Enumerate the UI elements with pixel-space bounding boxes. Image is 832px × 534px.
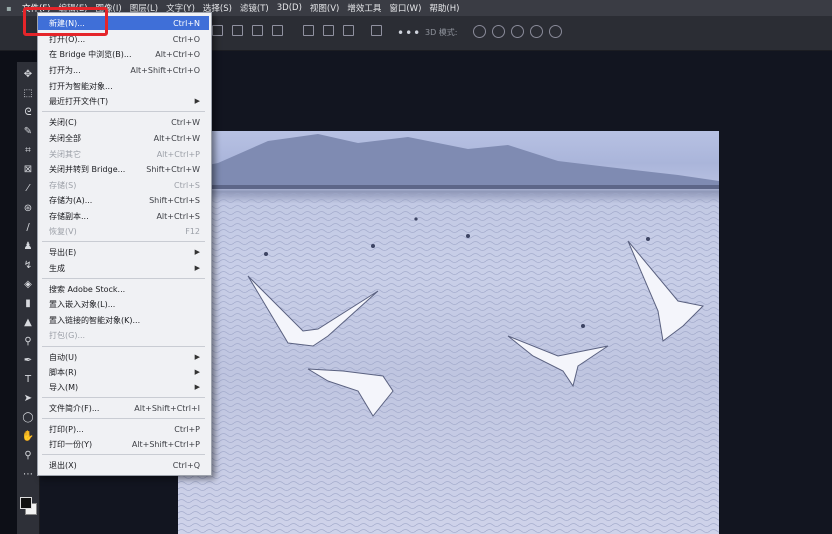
lasso-tool-icon[interactable]: ᘓ	[22, 106, 34, 118]
eraser-tool-icon[interactable]: ◈	[22, 278, 34, 290]
eyedropper-tool-icon[interactable]: ⁄	[22, 182, 34, 194]
healing-brush-tool-icon[interactable]: ⊛	[22, 202, 34, 214]
distribute-middle-icon[interactable]	[323, 25, 334, 36]
menu-plugins[interactable]: 增效工具	[343, 2, 385, 14]
distribute-buttons	[303, 25, 382, 39]
clone-stamp-tool-icon[interactable]: ♟	[22, 240, 34, 252]
pen-tool-icon[interactable]: ✒	[22, 354, 34, 366]
menu-item-revert[interactable]: 恢复(V) F12	[38, 224, 209, 238]
document-image	[178, 131, 719, 534]
quick-select-tool-icon[interactable]: ✎	[22, 125, 34, 137]
crop-tool-icon[interactable]: ⌗	[22, 144, 34, 156]
brush-tool-icon[interactable]: /	[22, 221, 34, 233]
slide-3d-icon[interactable]	[530, 25, 543, 38]
menu-item-close-all[interactable]: 关闭全部 Alt+Ctrl+W	[38, 131, 209, 145]
menu-item-place-embedded[interactable]: 置入嵌入对象(L)...	[38, 297, 209, 311]
menu-item-save-copy[interactable]: 存储副本... Alt+Ctrl+S	[38, 209, 209, 223]
menu-separator	[42, 454, 205, 455]
submenu-arrow-icon: ▶	[194, 368, 200, 376]
align-left-icon[interactable]	[212, 25, 223, 36]
orbit-3d-icon[interactable]	[473, 25, 486, 38]
menu-item-package[interactable]: 打包(G)...	[38, 328, 209, 342]
menu-item-automate[interactable]: 自动(U) ▶	[38, 350, 209, 364]
menu-item-print-one-copy[interactable]: 打印一份(Y) Alt+Shift+Ctrl+P	[38, 437, 209, 451]
submenu-arrow-icon: ▶	[194, 264, 200, 272]
menu-separator	[42, 346, 205, 347]
dodge-tool-icon[interactable]: ⚲	[22, 335, 34, 347]
menu-item-open-smart-object[interactable]: 打开为智能对象...	[38, 79, 209, 93]
menu-item-save-as[interactable]: 存储为(A)... Shift+Ctrl+S	[38, 193, 209, 207]
blur-tool-icon[interactable]: ▲	[22, 316, 34, 328]
menu-item-place-linked[interactable]: 置入链接的智能对象(K)...	[38, 313, 209, 327]
menu-item-generate[interactable]: 生成 ▶	[38, 261, 209, 275]
menu-separator	[42, 397, 205, 398]
edit-toolbar-icon[interactable]: ⋯	[22, 468, 34, 480]
type-tool-icon[interactable]: T	[22, 373, 34, 385]
distribute-bottom-icon[interactable]	[343, 25, 354, 36]
menu-window[interactable]: 窗口(W)	[385, 2, 425, 14]
menu-item-export[interactable]: 导出(E) ▶	[38, 245, 209, 259]
align-top-icon[interactable]	[272, 25, 283, 36]
menu-item-open-as[interactable]: 打开为... Alt+Shift+Ctrl+O	[38, 63, 209, 77]
shape-tool-icon[interactable]: ◯	[22, 411, 34, 423]
submenu-arrow-icon: ▶	[194, 97, 200, 105]
distribute-top-icon[interactable]	[303, 25, 314, 36]
gradient-tool-icon[interactable]: ▮	[22, 297, 34, 309]
menu-separator	[42, 278, 205, 279]
menu-item-print[interactable]: 打印(P)... Ctrl+P	[38, 422, 209, 436]
zoom-tool-icon[interactable]: ⚲	[22, 449, 34, 461]
menu-3d[interactable]: 3D(D)	[273, 3, 306, 13]
menu-item-import[interactable]: 导入(M) ▶	[38, 380, 209, 394]
submenu-arrow-icon: ▶	[194, 353, 200, 361]
menu-item-close-others[interactable]: 关闭其它 Alt+Ctrl+P	[38, 147, 209, 161]
menu-item-exit[interactable]: 退出(X) Ctrl+Q	[38, 458, 209, 472]
app-logo-icon: ▪	[6, 3, 12, 13]
history-brush-tool-icon[interactable]: ↯	[22, 259, 34, 271]
menu-item-recent-files[interactable]: 最近打开文件(T) ▶	[38, 94, 209, 108]
path-select-tool-icon[interactable]: ➤	[22, 392, 34, 404]
roll-3d-icon[interactable]	[492, 25, 505, 38]
menu-item-close[interactable]: 关闭(C) Ctrl+W	[38, 115, 209, 129]
menu-item-save[interactable]: 存储(S) Ctrl+S	[38, 178, 209, 192]
menu-separator	[42, 418, 205, 419]
3d-mode-buttons	[473, 25, 562, 38]
drag-3d-icon[interactable]	[511, 25, 524, 38]
distribute-horizontal-icon[interactable]	[371, 25, 382, 36]
menu-item-close-go-bridge[interactable]: 关闭并转到 Bridge... Shift+Ctrl+W	[38, 162, 209, 176]
foreground-color-swatch[interactable]	[20, 497, 32, 509]
seagull-photo	[178, 134, 719, 534]
menu-view[interactable]: 视图(V)	[306, 2, 343, 14]
menu-item-file-info[interactable]: 文件简介(F)... Alt+Shift+Ctrl+I	[38, 401, 209, 415]
menu-separator	[42, 241, 205, 242]
camera-3d-icon[interactable]	[549, 25, 562, 38]
menu-item-search-adobe-stock[interactable]: 搜索 Adobe Stock...	[38, 282, 209, 296]
menu-item-scripts[interactable]: 脚本(R) ▶	[38, 365, 209, 379]
more-options-icon[interactable]: •••	[397, 26, 421, 40]
move-tool-icon[interactable]: ✥	[22, 68, 34, 80]
menu-filter[interactable]: 滤镜(T)	[236, 2, 273, 14]
align-right-icon[interactable]	[252, 25, 263, 36]
annotation-highlight-box	[23, 7, 108, 36]
align-buttons	[212, 25, 283, 39]
file-menu-dropdown: 新建(N)... Ctrl+N 打开(O)... Ctrl+O 在 Bridge…	[37, 12, 212, 476]
menu-help[interactable]: 帮助(H)	[425, 2, 463, 14]
align-center-icon[interactable]	[232, 25, 243, 36]
submenu-arrow-icon: ▶	[194, 383, 200, 391]
hand-tool-icon[interactable]: ✋	[22, 430, 34, 442]
3d-mode-label: 3D 模式:	[425, 28, 458, 37]
menu-separator	[42, 111, 205, 112]
submenu-arrow-icon: ▶	[194, 248, 200, 256]
marquee-tool-icon[interactable]: ⬚	[22, 87, 34, 99]
menu-item-browse-bridge[interactable]: 在 Bridge 中浏览(B)... Alt+Ctrl+O	[38, 47, 209, 61]
frame-tool-icon[interactable]: ⊠	[22, 163, 34, 175]
